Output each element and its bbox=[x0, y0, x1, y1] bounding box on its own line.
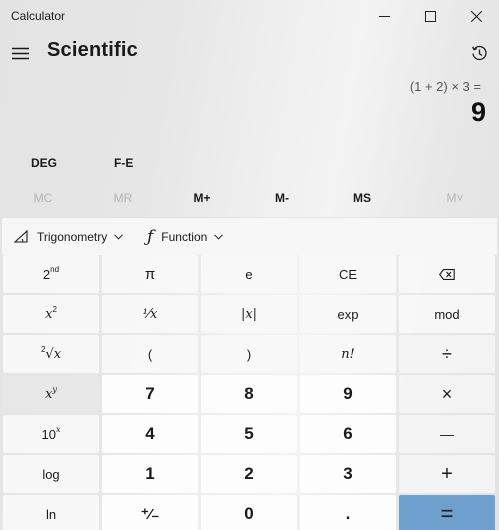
fe-notation-button[interactable]: F-E bbox=[114, 150, 133, 176]
mod-key[interactable]: mod bbox=[399, 295, 495, 333]
title-bar: Calculator bbox=[0, 0, 499, 32]
expression-display: (1 + 2) × 3 = bbox=[409, 79, 481, 94]
second-function-key[interactable]: 2nd bbox=[3, 255, 99, 293]
ten-power-sup: x bbox=[55, 424, 61, 434]
memory-recall-button[interactable]: MR bbox=[83, 185, 163, 211]
mode-bar: DEG F-E bbox=[0, 150, 499, 176]
pi-key[interactable]: π bbox=[102, 255, 198, 293]
memory-list-button[interactable]: M˅ bbox=[415, 185, 495, 211]
navigation-menu-button[interactable] bbox=[6, 38, 34, 68]
memory-store-button[interactable]: MS bbox=[322, 185, 402, 211]
digit-2-key[interactable]: 2 bbox=[201, 455, 297, 493]
maximize-button[interactable] bbox=[407, 0, 453, 32]
negate-key[interactable]: ⁺⁄₋ bbox=[102, 495, 198, 530]
second-sup: nd bbox=[50, 264, 60, 274]
memory-bar: MC MR M+ M- MS M˅ bbox=[0, 185, 499, 211]
trigonometry-dropdown[interactable]: Trigonometry bbox=[14, 218, 124, 255]
ten-power-x-key[interactable]: 10 x bbox=[3, 415, 99, 453]
backspace-key[interactable] bbox=[399, 255, 495, 293]
open-paren-key[interactable]: ( bbox=[102, 335, 198, 373]
plus-key[interactable]: + bbox=[399, 455, 495, 493]
digit-3-key[interactable]: 3 bbox=[300, 455, 396, 493]
decimal-key[interactable]: . bbox=[300, 495, 396, 530]
memory-subtract-button[interactable]: M- bbox=[242, 185, 322, 211]
sqrt-label: √x bbox=[45, 346, 62, 362]
function-dropdown[interactable]: ƒ Function bbox=[147, 218, 224, 255]
digit-6-key[interactable]: 6 bbox=[300, 415, 396, 453]
trigonometry-label: Trigonometry bbox=[37, 229, 108, 244]
ln-key[interactable]: ln bbox=[3, 495, 99, 530]
function-icon: ƒ bbox=[147, 226, 154, 247]
sqrt-sup: 2 bbox=[40, 344, 46, 354]
function-label: Function bbox=[161, 229, 208, 244]
x-squared-label: x bbox=[45, 306, 53, 322]
exp-key[interactable]: exp bbox=[300, 295, 396, 333]
digit-8-key[interactable]: 8 bbox=[201, 375, 297, 413]
reciprocal-key[interactable]: ¹⁄x bbox=[102, 295, 198, 333]
memory-clear-button[interactable]: MC bbox=[3, 185, 83, 211]
header: Scientific bbox=[0, 36, 499, 70]
history-icon bbox=[471, 45, 487, 60]
x-squared-sup: 2 bbox=[52, 304, 57, 314]
calculator-window: Calculator Scientific (1 + 2) × 3 = 9 DE… bbox=[0, 0, 499, 530]
chevron-down-icon bbox=[114, 233, 124, 240]
triangle-ruler-icon bbox=[14, 230, 29, 243]
divide-key[interactable]: ÷ bbox=[399, 335, 495, 373]
clear-entry-key[interactable]: CE bbox=[300, 255, 396, 293]
ten-power-label: 10 bbox=[41, 426, 56, 442]
x-power-y-sup: y bbox=[52, 384, 57, 394]
factorial-key[interactable]: n! bbox=[300, 335, 396, 373]
multiply-key[interactable]: × bbox=[399, 375, 495, 413]
equals-key[interactable]: = bbox=[399, 495, 495, 530]
mode-title: Scientific bbox=[47, 39, 138, 61]
memory-add-button[interactable]: M+ bbox=[162, 185, 242, 211]
digit-9-key[interactable]: 9 bbox=[300, 375, 396, 413]
square-root-key[interactable]: 2 √x bbox=[3, 335, 99, 373]
keypad: 2nd π e CE x2 ¹⁄x |x| exp mod 2 √x ( ) n!… bbox=[3, 255, 497, 530]
angle-mode-button[interactable]: DEG bbox=[31, 150, 57, 176]
backspace-icon bbox=[439, 268, 455, 280]
minus-key[interactable]: — bbox=[399, 415, 495, 453]
function-toolbar: Trigonometry ƒ Function bbox=[2, 217, 497, 255]
app-title: Calculator bbox=[11, 9, 66, 23]
close-icon bbox=[470, 10, 482, 22]
digit-7-key[interactable]: 7 bbox=[102, 375, 198, 413]
chevron-down-icon bbox=[214, 233, 224, 240]
absolute-value-key[interactable]: |x| bbox=[201, 295, 297, 333]
second-label: 2 bbox=[42, 266, 51, 282]
log-key[interactable]: log bbox=[3, 455, 99, 493]
digit-0-key[interactable]: 0 bbox=[201, 495, 297, 530]
x-squared-key[interactable]: x2 bbox=[3, 295, 99, 333]
minimize-icon bbox=[378, 15, 390, 17]
history-button[interactable] bbox=[465, 38, 493, 68]
digit-5-key[interactable]: 5 bbox=[201, 415, 297, 453]
euler-key[interactable]: e bbox=[201, 255, 297, 293]
digit-1-key[interactable]: 1 bbox=[102, 455, 198, 493]
close-paren-key[interactable]: ) bbox=[201, 335, 297, 373]
hamburger-icon bbox=[11, 47, 29, 59]
maximize-icon bbox=[424, 10, 436, 22]
result-display: 9 bbox=[470, 97, 486, 127]
close-button[interactable] bbox=[453, 0, 499, 32]
minimize-button[interactable] bbox=[361, 0, 407, 32]
x-power-y-key[interactable]: xy bbox=[3, 375, 99, 413]
digit-4-key[interactable]: 4 bbox=[102, 415, 198, 453]
